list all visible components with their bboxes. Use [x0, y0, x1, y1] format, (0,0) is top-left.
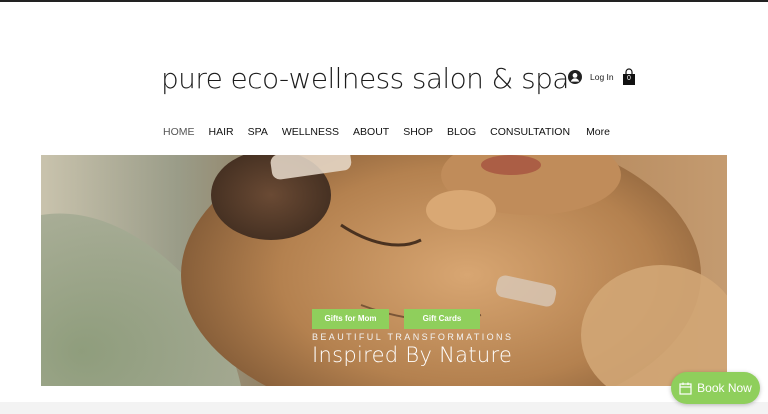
hero-banner: Gifts for Mom Gift Cards BEAUTIFUL TRANS…	[41, 155, 727, 386]
book-now-button[interactable]: Book Now	[671, 372, 760, 404]
login-label: Log In	[590, 72, 614, 82]
top-border-line	[0, 0, 768, 2]
nav-item-home[interactable]: HOME	[163, 126, 195, 138]
login-button[interactable]: Log In	[568, 70, 614, 84]
next-section-strip	[0, 402, 768, 414]
nav-item-more[interactable]: More	[586, 126, 610, 138]
gifts-for-mom-button[interactable]: Gifts for Mom	[312, 309, 389, 329]
hero-tagline: BEAUTIFUL TRANSFORMATIONS	[312, 332, 514, 342]
nav-item-hair[interactable]: HAIR	[209, 126, 234, 138]
nav-item-shop[interactable]: SHOP	[403, 126, 433, 138]
main-nav: HOME HAIR SPA WELLNESS ABOUT SHOP BLOG C…	[163, 124, 610, 140]
hero-heading: Inspired By Nature	[312, 343, 513, 367]
nav-item-wellness[interactable]: WELLNESS	[282, 126, 339, 138]
book-now-label: Book Now	[697, 381, 752, 395]
user-avatar-icon	[568, 70, 582, 84]
nav-item-about[interactable]: ABOUT	[353, 126, 389, 138]
nav-item-consultation[interactable]: CONSULTATION	[490, 126, 570, 138]
site-logo[interactable]: pure eco-wellness salon & spa	[161, 62, 569, 95]
cart-button[interactable]: 0	[622, 68, 636, 86]
nav-item-blog[interactable]: BLOG	[447, 126, 476, 138]
cart-count: 0	[627, 75, 631, 82]
gift-cards-button[interactable]: Gift Cards	[404, 309, 480, 329]
nav-item-spa[interactable]: SPA	[248, 126, 268, 138]
calendar-icon	[679, 382, 692, 395]
